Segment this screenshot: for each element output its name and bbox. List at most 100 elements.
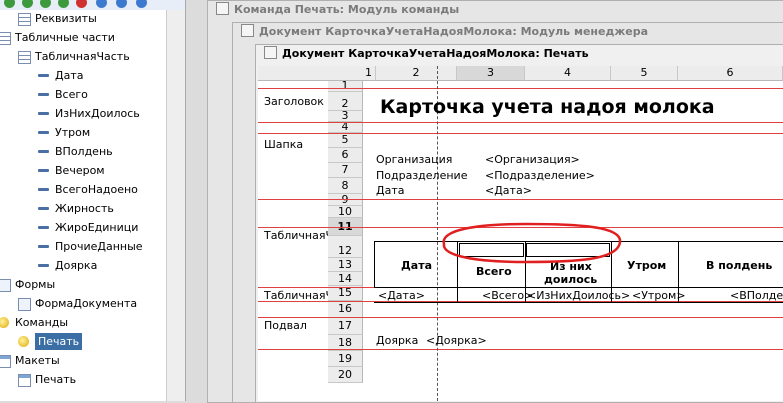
red-annotation-circle — [442, 222, 622, 264]
edit-form-icon[interactable] — [58, 0, 69, 8]
tree-item[interactable]: Команды — [0, 313, 185, 332]
manager-module-title[interactable]: Документ КарточкаУчетаНадояМолока: Модул… — [241, 23, 648, 41]
tree-item[interactable]: Макеты — [0, 351, 185, 370]
row-header[interactable]: 8 — [328, 178, 363, 194]
row-header[interactable]: 14 — [328, 272, 363, 286]
tree-item[interactable]: Всего — [0, 85, 185, 104]
tree-item[interactable]: Доярка — [0, 256, 185, 275]
print-layout-title[interactable]: Документ КарточкаУчетаНадояМолока: Печат… — [264, 45, 589, 63]
row-header[interactable]: 13 — [328, 258, 363, 272]
tree-scrollbar[interactable] — [166, 10, 185, 401]
metadata-tree: Реквизиты Табличные части ТабличнаяЧасть Да… — [0, 0, 186, 401]
tree-item[interactable]: ТабличнаяЧасть — [0, 47, 185, 66]
footer-label[interactable]: Доярка — [376, 334, 418, 347]
tree-item[interactable]: ИзНихДоилось — [0, 104, 185, 123]
copy-icon[interactable] — [22, 0, 33, 8]
section-footer-label[interactable]: Подвал — [264, 319, 328, 332]
cap-label-org[interactable]: Организация — [376, 153, 452, 166]
tree-item[interactable]: Дата — [0, 66, 185, 85]
tree-item-label: Реквизиты — [35, 12, 97, 25]
spreadsheet-layout[interactable]: 123456 1234567891011121314151617181920 З… — [258, 66, 783, 401]
column-header[interactable]: 1 — [362, 66, 376, 81]
cap-param-date[interactable]: <Дата> — [485, 184, 532, 197]
tree-item-label: Формы — [15, 278, 56, 291]
field-icon — [38, 207, 49, 210]
column-header[interactable]: 2 — [376, 66, 457, 81]
field-icon — [38, 112, 49, 115]
tree-item-label: Печать — [35, 373, 77, 386]
td-date[interactable]: <Дата> — [378, 289, 425, 302]
row-header[interactable]: 7 — [328, 163, 363, 178]
tree-item[interactable]: Реквизиты — [0, 9, 185, 28]
footer-param[interactable]: <Доярка> — [426, 334, 487, 347]
command-module-title-text: Команда Печать: Модуль команды — [234, 3, 460, 16]
td-morning[interactable]: <Утром> — [632, 289, 686, 302]
th-morning[interactable]: Утром — [627, 259, 666, 272]
field-icon — [38, 264, 49, 267]
move-up-icon[interactable] — [96, 0, 107, 8]
field-icon — [38, 245, 49, 248]
tree-item[interactable]: ВПолдень — [0, 142, 185, 161]
tree-item-label: Всего — [55, 88, 88, 101]
section-tabular-label[interactable]: ТабличнаяЧасть — [264, 229, 328, 242]
layout-icon — [0, 355, 11, 368]
tree-item[interactable]: ФормаДокумента — [0, 294, 185, 313]
row-header[interactable]: 5 — [328, 133, 363, 148]
section-boundary — [258, 199, 783, 200]
sort-icon[interactable] — [136, 0, 147, 8]
document-title[interactable]: Карточка учета надоя молока — [380, 96, 715, 118]
section-boundary — [258, 133, 783, 134]
tree-item[interactable]: Печать — [0, 332, 185, 351]
move-down-icon[interactable] — [116, 0, 127, 8]
column-header[interactable]: 5 — [611, 66, 678, 81]
tree-item-label: ФормаДокумента — [35, 297, 138, 310]
column-header[interactable]: 6 — [678, 66, 783, 81]
row-header[interactable]: 19 — [328, 351, 363, 367]
row-header[interactable]: 10 — [328, 206, 363, 218]
section-header-label[interactable]: Заголовок — [264, 95, 328, 108]
th-date[interactable]: Дата — [401, 259, 432, 272]
row-header[interactable]: 17 — [328, 318, 363, 335]
th-noon[interactable]: В полдень — [706, 259, 772, 272]
row-header[interactable]: 1 — [328, 80, 363, 92]
tree-item[interactable]: Утром — [0, 123, 185, 142]
row-header[interactable]: 15 — [328, 286, 363, 301]
delete-icon[interactable] — [76, 0, 87, 8]
tree-item[interactable]: Печать — [0, 370, 185, 389]
field-icon — [38, 169, 49, 172]
edit-icon[interactable] — [40, 0, 51, 8]
column-header[interactable]: 4 — [525, 66, 611, 81]
th-total[interactable]: Всего — [476, 265, 512, 278]
cap-param-org[interactable]: <Организация> — [485, 153, 580, 166]
row-header[interactable]: 16 — [328, 301, 363, 318]
section-cap-label[interactable]: Шапка — [264, 138, 328, 151]
tree-item[interactable]: Жирность — [0, 199, 185, 218]
tree-item[interactable]: Табличные части — [0, 28, 185, 47]
manager-module-title-text: Документ КарточкаУчетаНадояМолока: Модул… — [259, 25, 649, 38]
td-total[interactable]: <Всего> — [482, 289, 533, 302]
tree-item-label: Жирность — [55, 202, 114, 215]
tree-item-label: Утром — [55, 126, 91, 139]
section-boundary — [258, 122, 783, 123]
row-header[interactable]: 20 — [328, 367, 363, 383]
td-noon[interactable]: <ВПолдень> — [730, 289, 783, 302]
field-icon — [38, 93, 49, 96]
tree-item[interactable]: Вечером — [0, 161, 185, 180]
cap-label-date[interactable]: Дата — [376, 184, 404, 197]
cap-label-dept[interactable]: Подразделение — [376, 169, 467, 182]
tree-item[interactable]: Формы — [0, 275, 185, 294]
row-header[interactable]: 4 — [328, 121, 363, 133]
tree-item[interactable]: ПрочиеДанные — [0, 237, 185, 256]
th-milked-line2[interactable]: доилось — [544, 273, 597, 286]
td-milked[interactable]: <ИзНихДоилось> — [527, 289, 630, 302]
command-module-title[interactable]: Команда Печать: Модуль команды — [216, 1, 459, 19]
row-header[interactable]: 12 — [328, 236, 363, 258]
row-header[interactable]: 6 — [328, 148, 363, 163]
tree-item[interactable]: ВсегоНадоено — [0, 180, 185, 199]
add-icon[interactable] — [4, 0, 15, 8]
tree-item[interactable]: ЖироЕдиници — [0, 218, 185, 237]
section-boundary — [258, 317, 783, 318]
column-header[interactable]: 3 — [457, 66, 525, 81]
cap-param-dept[interactable]: <Подразделение> — [485, 169, 595, 182]
tree-item-label: Печать — [35, 333, 83, 350]
